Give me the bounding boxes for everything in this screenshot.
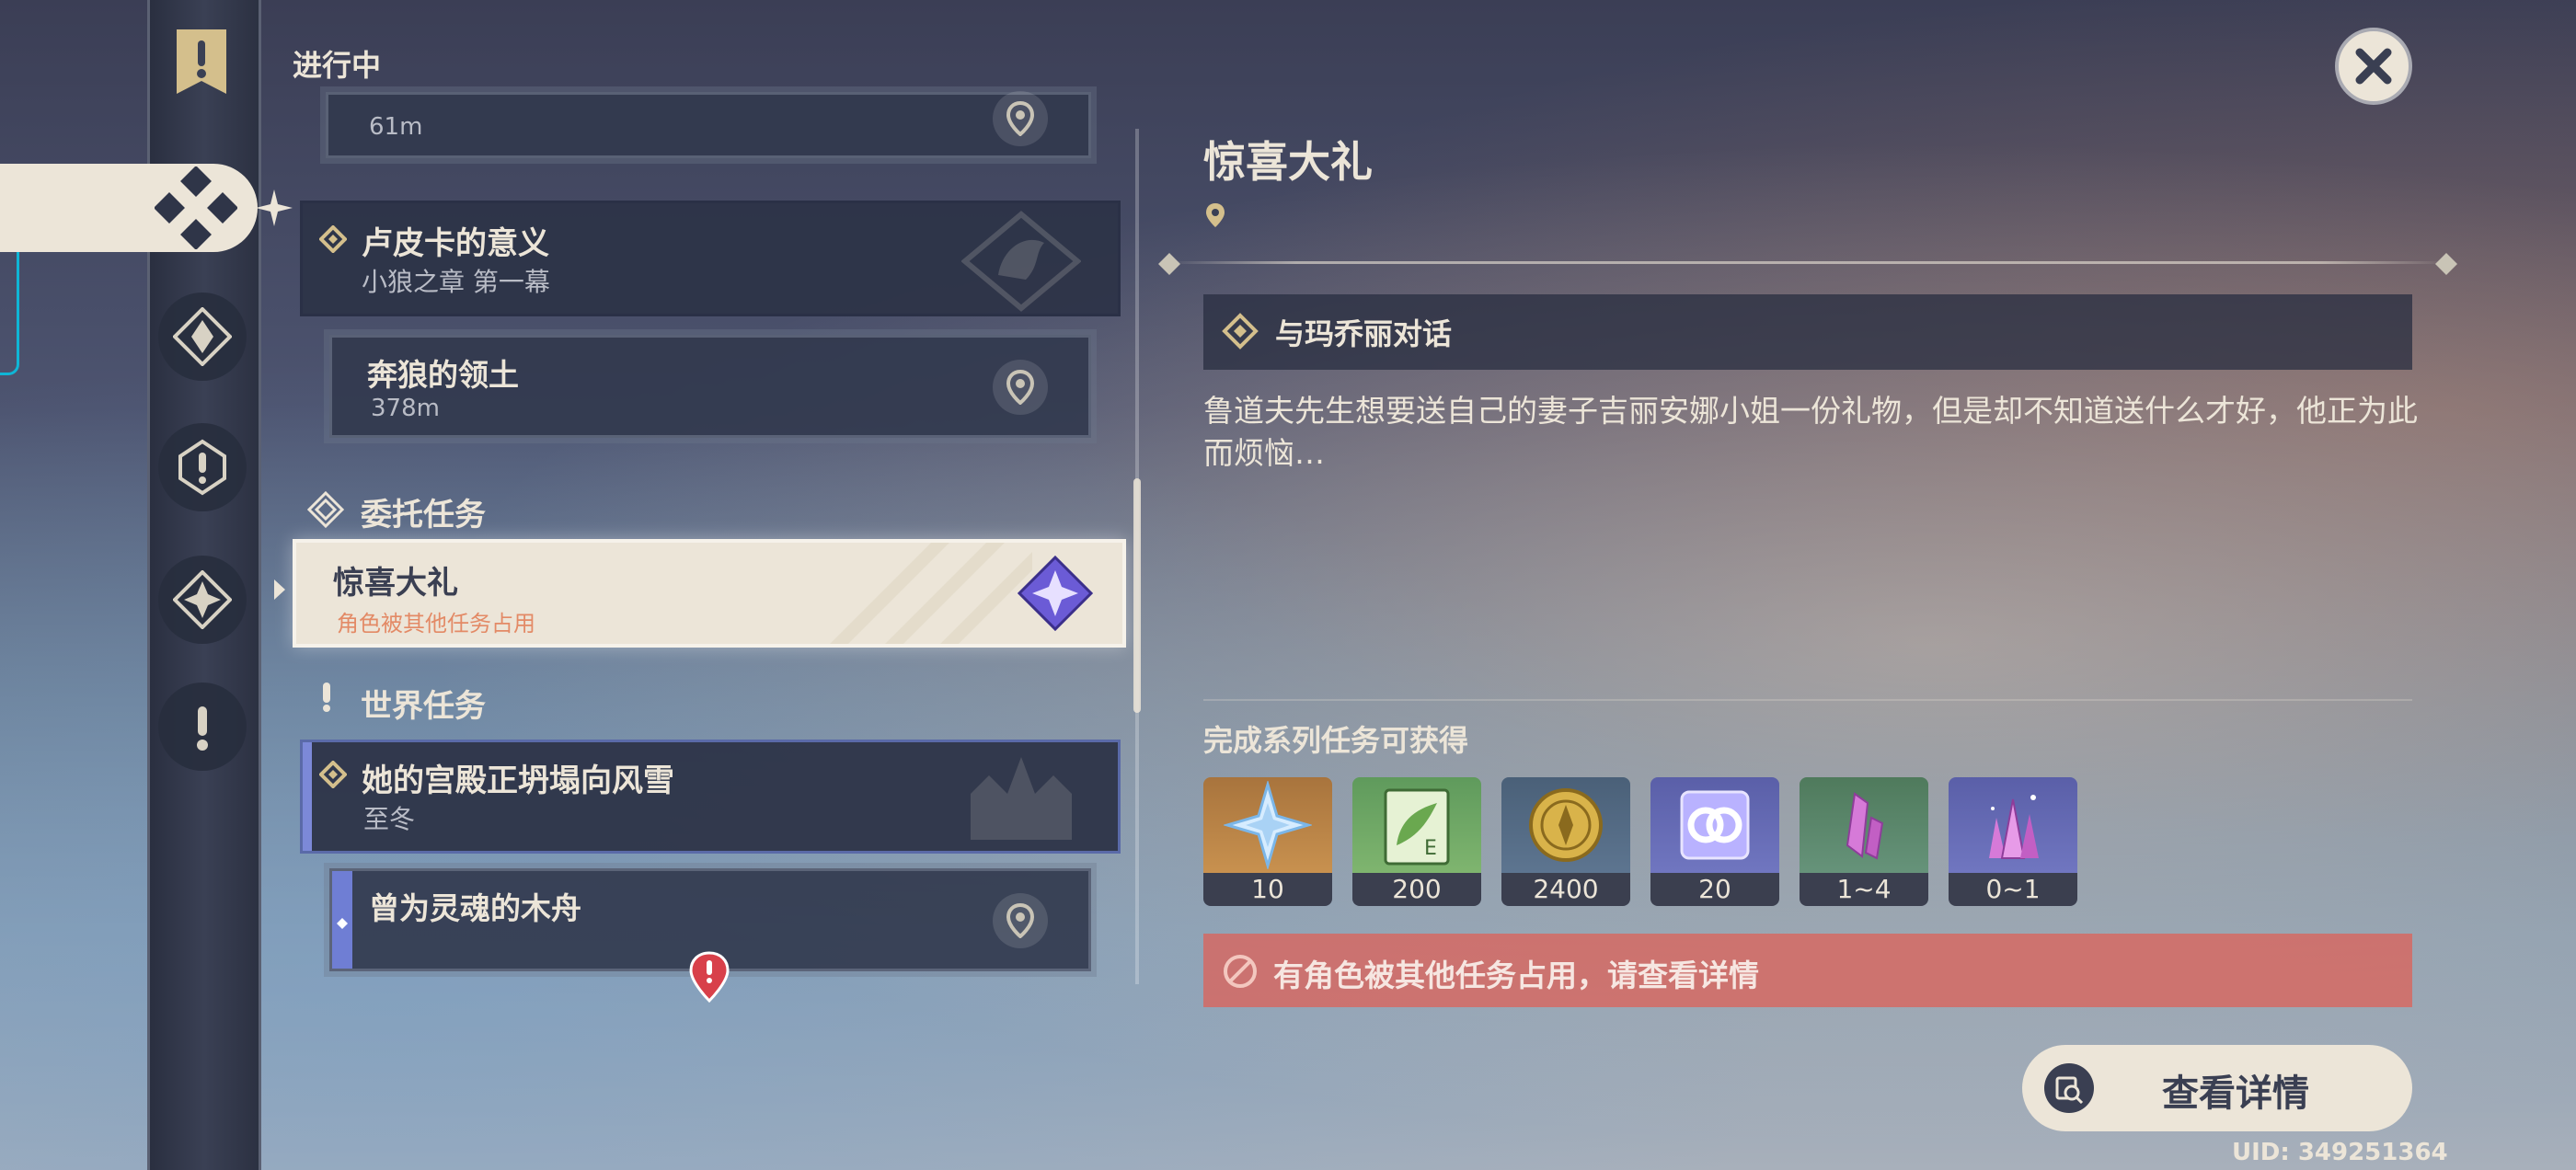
alert-marker-icon: [688, 951, 730, 1004]
quest-diamond-icon: [318, 760, 348, 789]
reward-item[interactable]: 1~4: [1800, 777, 1928, 906]
quest-item-selected[interactable]: 惊喜大礼 角色被其他任务占用: [293, 539, 1126, 648]
divider-ornament-right: [2434, 252, 2458, 276]
objective-text: 与玛乔丽对话: [1275, 316, 1453, 351]
divider: [1168, 261, 2447, 264]
close-button[interactable]: [2335, 28, 2412, 105]
crystal-cluster-icon: [1949, 777, 2077, 873]
adventure-exp-icon: E: [1352, 777, 1481, 873]
tab-archon-quests[interactable]: [158, 292, 247, 381]
tab-event-quests[interactable]: [158, 556, 247, 644]
palace-emblem-icon: [952, 748, 1090, 849]
reward-item[interactable]: 20: [1650, 777, 1779, 906]
quest-description: 鲁道夫先生想要送自己的妻子吉丽安娜小姐一份礼物，但是却不知道送什么才好，他正为此…: [1203, 393, 2418, 471]
magnifier-icon: [2044, 1063, 2094, 1113]
category-world: 世界任务: [361, 688, 486, 725]
tracked-indicator: [303, 742, 312, 851]
quest-chain-subtitle: 至冬: [363, 804, 416, 834]
quest-step-title: 奔狼的领土: [367, 357, 519, 393]
uid-label: UID: 349251364: [2232, 1139, 2448, 1166]
quest-chain-archon[interactable]: 卢皮卡的意义 小狼之章 第一幕: [300, 201, 1121, 316]
location-pin-icon: [993, 360, 1048, 415]
selected-quest-title: 惊喜大礼: [333, 565, 458, 602]
quest-step-archon[interactable]: 奔狼的领土 378m: [324, 329, 1097, 443]
reward-item[interactable]: E 200: [1352, 777, 1481, 906]
quest-diamond-icon: [318, 224, 348, 254]
quest-chain-world[interactable]: 她的宫殿正坍塌向风雪 至冬: [300, 740, 1121, 854]
companionship-exp-icon: [1650, 777, 1779, 873]
location-pin-icon: [993, 91, 1048, 146]
mora-icon: [1501, 777, 1630, 873]
reward-count: 1~4: [1800, 873, 1928, 906]
world-quest-icon: [316, 681, 337, 714]
star-diamond-icon: [173, 570, 232, 629]
quest-chain-title: 她的宫殿正坍塌向风雪: [362, 763, 674, 799]
quest-log-icon[interactable]: [171, 28, 232, 98]
reward-count: 2400: [1501, 873, 1630, 906]
tab-story-quests[interactable]: [158, 423, 247, 511]
quest-chain-subtitle: 小狼之章 第一幕: [362, 267, 550, 297]
rewards-heading: 完成系列任务可获得: [1203, 723, 1469, 758]
detail-title: 惊喜大礼: [1203, 137, 1373, 187]
reward-count: 20: [1650, 873, 1779, 906]
commission-star-icon: [1017, 555, 1094, 632]
tab-commission-active[interactable]: [0, 164, 258, 252]
reward-count: 0~1: [1949, 873, 2077, 906]
exclamation-icon: [197, 706, 208, 751]
reward-item[interactable]: 2400: [1501, 777, 1630, 906]
exclamation-diamond-icon: [178, 439, 226, 496]
reward-count: 10: [1203, 873, 1332, 906]
quest-step-title: 曾为灵魂的木舟: [369, 890, 581, 926]
quest-chain-title: 卢皮卡的意义: [362, 225, 549, 262]
archon-quest-icon: [173, 307, 232, 366]
reward-item[interactable]: 0~1: [1949, 777, 2077, 906]
small-diamond-icon: [337, 915, 348, 929]
selected-arrow-icon: [272, 578, 287, 602]
selected-quest-status: 角色被其他任务占用: [337, 611, 535, 637]
quest-distance: 378m: [371, 395, 440, 422]
warning-text: 有角色被其他任务占用，请查看详情: [1273, 958, 1759, 993]
objective-diamond-icon: [1222, 313, 1259, 350]
commission-category-icon: [306, 490, 345, 529]
quest-distance: 61m: [369, 113, 423, 141]
wolf-emblem-icon: [960, 211, 1082, 312]
section-title: 进行中: [293, 48, 382, 83]
rewards-divider: [1203, 699, 2412, 701]
svg-text:E: E: [1424, 837, 1437, 860]
location-pin-icon: [993, 893, 1048, 948]
reward-item[interactable]: 10: [1203, 777, 1332, 906]
prohibited-icon: [1222, 953, 1259, 990]
sparkle-icon: [256, 189, 293, 226]
tab-world-quests[interactable]: [158, 682, 247, 771]
quest-step-partial[interactable]: 61m: [320, 86, 1097, 164]
commission-icon: [155, 166, 237, 249]
close-icon: [2355, 48, 2392, 85]
category-commission: 委托任务: [361, 497, 486, 533]
pattern-decoration: [830, 543, 1032, 644]
scrollbar-thumb[interactable]: [1133, 478, 1141, 713]
primogem-icon: [1203, 777, 1332, 873]
location-pin-icon[interactable]: [1205, 202, 1225, 228]
view-details-label: 查看详情: [2162, 1072, 2309, 1115]
reward-count: 200: [1352, 873, 1481, 906]
enhancement-crystal-icon: [1800, 777, 1928, 873]
divider-ornament-left: [1157, 252, 1181, 276]
